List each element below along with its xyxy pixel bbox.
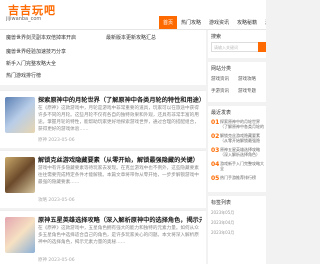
top-list-item[interactable]: 热门游戏排行榜 bbox=[6, 72, 102, 79]
category-item[interactable]: 手游资讯 bbox=[211, 88, 229, 94]
recent-box: 最近发表 01 探索原神中的月轮世界（了解原神中各类月轮的特性） 02 解锁克丝… bbox=[208, 106, 266, 192]
rank-link[interactable]: 游戏新手入门完整攻略大全 bbox=[220, 161, 264, 171]
article-excerpt: 在《原神》这款游戏中，月轮是游戏中非常重要的道具，玩家可以在旅途中获得许多不同的… bbox=[38, 106, 199, 132]
search-input[interactable]: 请输入关键词 bbox=[211, 42, 259, 52]
category-item[interactable]: 游戏攻略 bbox=[238, 76, 256, 82]
category-item[interactable]: 游戏专题 bbox=[238, 88, 256, 94]
search-box: 搜索 请输入关键词 bbox=[208, 30, 266, 58]
rank-number: 05 bbox=[211, 175, 220, 182]
category-box: 网站分类 游戏资讯 游戏攻略 手游资讯 游戏专题 bbox=[208, 62, 266, 102]
nav-item-news[interactable]: 游戏资讯 bbox=[205, 16, 233, 29]
article-title[interactable]: 原神五星英雄选择攻略（深入解析原神中的选择角色，揭示元素力量的……） bbox=[38, 215, 202, 224]
top-list-item[interactable]: 新手入门完整攻略大全 bbox=[6, 60, 102, 67]
header: 吉吉玩吧 jijiwanba_com 首页 热门攻略 游戏资讯 攻略秘籍 游戏 bbox=[0, 0, 266, 30]
nav-item-games[interactable]: 游戏 bbox=[261, 16, 266, 29]
tags-box: 标签列表 2023年05月 2023年04月 2023年03月 bbox=[208, 196, 266, 264]
search-button[interactable] bbox=[258, 42, 266, 52]
top-list-item[interactable]: 最新版本更新攻略汇总 bbox=[106, 34, 202, 41]
nav-item-hot[interactable]: 热门攻略 bbox=[177, 16, 205, 29]
article-card[interactable]: 探索原神中的月轮世界（了解原神中各类月轮的特性和用途） 在《原神》这款游戏中，月… bbox=[0, 90, 206, 148]
date-item[interactable]: 2023年04月 bbox=[211, 220, 234, 226]
page: 吉吉玩吧 jijiwanba_com 首页 热门攻略 游戏资讯 攻略秘籍 游戏 … bbox=[0, 0, 266, 264]
article-meta: 原神 2023-05-06 bbox=[38, 138, 75, 143]
recent-title: 最近发表 bbox=[211, 110, 232, 116]
top-list: 魔兽世界剑灵副本双倍掉率开启 最新版本更新攻略汇总 魔兽世界经验加速技巧分享 新… bbox=[0, 30, 206, 85]
article-card[interactable]: 解锁克丝游戏隐藏要素（从零开始，解锁最强隐藏的关键） 游戏中有许多隐藏要素等待玩… bbox=[0, 150, 206, 208]
rank-number: 04 bbox=[211, 161, 220, 168]
article-meta: 原神 2023-05-06 bbox=[38, 258, 75, 263]
rank-number: 02 bbox=[211, 133, 220, 140]
article-title[interactable]: 解锁克丝游戏隐藏要素（从零开始，解锁最强隐藏的关键） bbox=[38, 155, 202, 164]
article-thumbnail[interactable] bbox=[5, 217, 35, 253]
article-card[interactable]: 原神五星英雄选择攻略（深入解析原神中的选择角色，揭示元素力量的……） 在《原神》… bbox=[0, 210, 206, 264]
rank-link[interactable]: 原神五星英雄选择攻略（深入解析选择角色） bbox=[220, 147, 264, 157]
nav-item-guides[interactable]: 攻略秘籍 bbox=[233, 16, 261, 29]
date-item[interactable]: 2023年03月 bbox=[211, 230, 234, 236]
article-meta: 攻略 2023-05-06 bbox=[38, 198, 75, 203]
article-excerpt: 在《原神》这款游戏中，五星角色拥有强大的能力和独特的元素力量。如何从众多五星角色… bbox=[38, 226, 199, 245]
tags-title: 标签列表 bbox=[211, 200, 232, 206]
main-nav: 首页 热门攻略 游戏资讯 攻略秘籍 游戏 bbox=[159, 16, 266, 29]
category-item[interactable]: 游戏资讯 bbox=[211, 76, 229, 82]
rank-number: 01 bbox=[211, 119, 220, 126]
rank-link[interactable]: 解锁克丝游戏隐藏要素（从零开始解锁最强隐藏） bbox=[220, 133, 264, 143]
top-list-item[interactable]: 魔兽世界剑灵副本双倍掉率开启 bbox=[6, 34, 102, 41]
rank-number: 03 bbox=[211, 147, 220, 154]
rank-link[interactable]: 热门手游推荐排行榜 bbox=[220, 175, 264, 185]
rank-link[interactable]: 探索原神中的月轮世界（了解原神中各类月轮的特性） bbox=[220, 119, 264, 129]
category-title: 网站分类 bbox=[211, 66, 232, 72]
article-excerpt: 游戏中有许多隐藏要素等待玩家去发现。在克丝游戏中也不例外，这些隐藏要素往往需要完… bbox=[38, 166, 199, 185]
nav-item-home[interactable]: 首页 bbox=[159, 16, 178, 29]
article-thumbnail[interactable] bbox=[5, 157, 35, 193]
search-title: 搜索 bbox=[211, 34, 222, 40]
top-list-item[interactable]: 魔兽世界经验加速技巧分享 bbox=[6, 48, 102, 55]
article-title[interactable]: 探索原神中的月轮世界（了解原神中各类月轮的特性和用途） bbox=[38, 95, 202, 104]
article-thumbnail[interactable] bbox=[5, 97, 35, 133]
site-subtitle: jijiwanba_com bbox=[6, 16, 42, 22]
date-item[interactable]: 2023年05月 bbox=[211, 210, 234, 216]
